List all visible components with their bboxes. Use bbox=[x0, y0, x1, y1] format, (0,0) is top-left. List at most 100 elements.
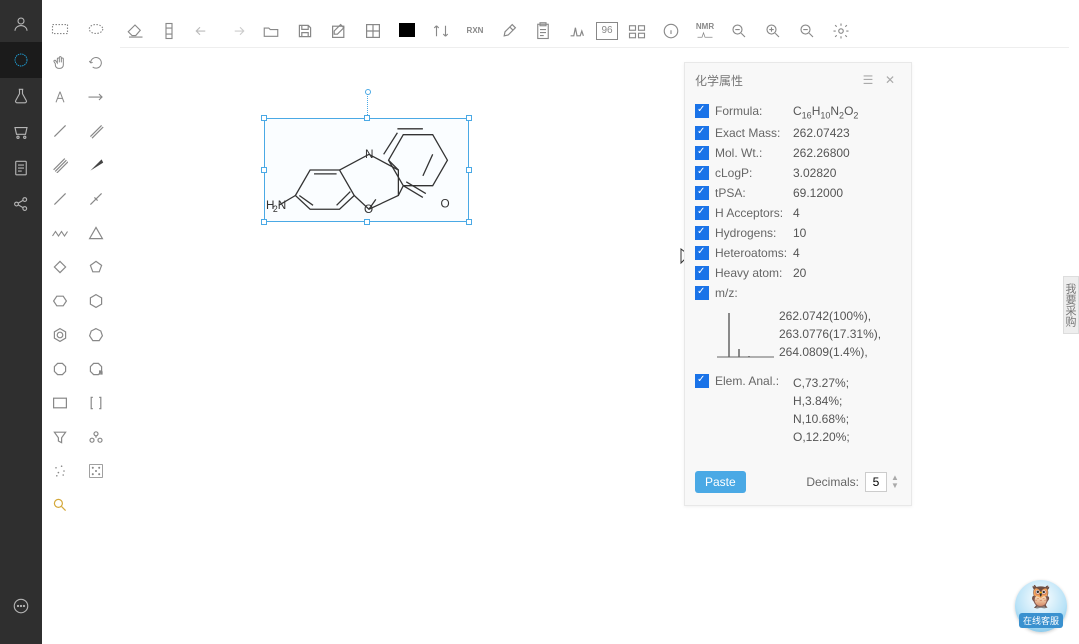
tool-cyclooctane[interactable] bbox=[44, 354, 76, 384]
tool-select-lasso[interactable] bbox=[80, 14, 112, 44]
prop-value: 4 bbox=[793, 206, 901, 220]
mz-graph bbox=[709, 307, 779, 363]
right-purchase-tab[interactable]: 我要采购 bbox=[1063, 276, 1079, 334]
prop-row-mol-wt: Mol. Wt.: 262.26800 bbox=[695, 143, 901, 163]
support-avatar[interactable]: 🦉 在线客服 bbox=[1015, 580, 1067, 632]
prop-value: 262.07423 bbox=[793, 126, 901, 140]
tool-cyclopentane[interactable] bbox=[80, 252, 112, 282]
tb-undo-icon[interactable] bbox=[188, 16, 218, 46]
nav-share-icon[interactable] bbox=[0, 186, 42, 222]
tb-clipboard-icon[interactable] bbox=[528, 16, 558, 46]
properties-footer: Paste Decimals: ▲▼ bbox=[685, 461, 911, 505]
tool-group[interactable] bbox=[80, 422, 112, 452]
prop-label: cLogP: bbox=[715, 166, 793, 180]
decimals-input[interactable] bbox=[865, 472, 887, 492]
mol-n-label: N bbox=[365, 148, 374, 161]
tool-bond-double[interactable] bbox=[80, 116, 112, 146]
decimals-label: Decimals: bbox=[806, 475, 859, 489]
tool-atom-label[interactable] bbox=[44, 82, 76, 112]
svg-text:N: N bbox=[278, 199, 287, 212]
prop-checkbox[interactable] bbox=[695, 226, 709, 240]
tool-bond-single[interactable] bbox=[44, 116, 76, 146]
prop-label: H Acceptors: bbox=[715, 206, 793, 220]
tb-number-icon[interactable]: 96 bbox=[596, 22, 618, 40]
tb-nmr-peak-icon[interactable] bbox=[562, 16, 592, 46]
rotate-handle[interactable] bbox=[365, 89, 371, 95]
prop-checkbox[interactable] bbox=[695, 186, 709, 200]
tb-barcode-icon[interactable] bbox=[622, 16, 652, 46]
canvas-area[interactable]: H 2 N N O O bbox=[120, 50, 1079, 644]
prop-value: 10 bbox=[793, 226, 901, 240]
tb-column-icon[interactable] bbox=[154, 16, 184, 46]
tool-dots-grid[interactable] bbox=[80, 456, 112, 486]
prop-row-heteroatoms: Heteroatoms: 4 bbox=[695, 243, 901, 263]
tb-edit-icon[interactable] bbox=[324, 16, 354, 46]
tool-benzene[interactable] bbox=[44, 320, 76, 350]
tb-brush-icon[interactable] bbox=[494, 16, 524, 46]
tool-box[interactable] bbox=[44, 388, 76, 418]
prop-label: Hydrogens: bbox=[715, 226, 793, 240]
tool-triangle[interactable] bbox=[80, 218, 112, 248]
tool-select-rect[interactable] bbox=[44, 14, 76, 44]
tool-highlight[interactable] bbox=[44, 490, 76, 520]
nav-structure-icon[interactable] bbox=[0, 42, 42, 78]
tool-dots-random[interactable] bbox=[44, 456, 76, 486]
tb-redo-icon[interactable] bbox=[222, 16, 252, 46]
tool-cycloheptane[interactable] bbox=[80, 320, 112, 350]
prop-checkbox[interactable] bbox=[695, 286, 709, 300]
molecule-selection-box[interactable]: H 2 N N O O bbox=[264, 118, 469, 222]
prop-value: 20 bbox=[793, 266, 901, 280]
properties-header[interactable]: 化学属性 ☰ ✕ bbox=[685, 63, 911, 97]
mol-o-label: O bbox=[364, 203, 373, 216]
prop-checkbox[interactable] bbox=[695, 266, 709, 280]
tb-rxn-icon[interactable]: RXN bbox=[460, 16, 490, 46]
tb-open-icon[interactable] bbox=[256, 16, 286, 46]
molecule-structure[interactable]: H 2 N N O O bbox=[265, 119, 468, 221]
prop-checkbox[interactable] bbox=[695, 374, 709, 388]
tool-bond-triple[interactable] bbox=[44, 150, 76, 180]
tool-hand[interactable] bbox=[44, 48, 76, 78]
tool-arrow[interactable] bbox=[80, 82, 112, 112]
tool-chain[interactable] bbox=[44, 218, 76, 248]
tb-erase-icon[interactable] bbox=[120, 16, 150, 46]
prop-checkbox[interactable] bbox=[695, 126, 709, 140]
tool-cyclohexane-alt[interactable] bbox=[80, 286, 112, 316]
tool-ring-e[interactable]: n bbox=[80, 354, 112, 384]
prop-row-elem-anal: Elem. Anal.: C,73.27%; H,3.84%; N,10.68%… bbox=[695, 371, 901, 449]
nav-user-icon[interactable] bbox=[0, 6, 42, 42]
tool-funnel[interactable] bbox=[44, 422, 76, 452]
prop-checkbox[interactable] bbox=[695, 146, 709, 160]
nav-flask-icon[interactable] bbox=[0, 78, 42, 114]
tool-rotate[interactable] bbox=[80, 48, 112, 78]
close-icon[interactable]: ✕ bbox=[879, 73, 901, 87]
tool-bracket[interactable] bbox=[80, 388, 112, 418]
prop-row-tpsa: tPSA: 69.12000 bbox=[695, 183, 901, 203]
tb-swap-icon[interactable] bbox=[426, 16, 456, 46]
tool-cyclobutane[interactable] bbox=[44, 252, 76, 282]
prop-checkbox[interactable] bbox=[695, 246, 709, 260]
support-tag: 在线客服 bbox=[1019, 613, 1063, 628]
decimals-spinner[interactable]: ▲▼ bbox=[889, 474, 901, 490]
paste-button[interactable]: Paste bbox=[695, 471, 746, 493]
nav-chat-icon[interactable] bbox=[0, 588, 42, 624]
tb-nmr-icon[interactable]: NMR bbox=[690, 16, 720, 46]
tool-wedge[interactable] bbox=[80, 150, 112, 180]
prop-checkbox[interactable] bbox=[695, 104, 709, 118]
tb-settings-icon[interactable] bbox=[826, 16, 856, 46]
prop-checkbox[interactable] bbox=[695, 206, 709, 220]
nav-doc-icon[interactable] bbox=[0, 150, 42, 186]
tool-erase-bond[interactable] bbox=[80, 184, 112, 214]
tool-bond-any[interactable] bbox=[44, 184, 76, 214]
menu-icon[interactable]: ☰ bbox=[857, 73, 879, 87]
tb-save-icon[interactable] bbox=[290, 16, 320, 46]
tb-info-icon[interactable] bbox=[656, 16, 686, 46]
tb-zoom-out-icon[interactable] bbox=[792, 16, 822, 46]
tb-grid-icon[interactable] bbox=[358, 16, 388, 46]
svg-text:n: n bbox=[99, 370, 102, 376]
prop-checkbox[interactable] bbox=[695, 166, 709, 180]
nav-cart-icon[interactable] bbox=[0, 114, 42, 150]
tb-color-icon[interactable] bbox=[392, 16, 422, 46]
tool-cyclohexane[interactable] bbox=[44, 286, 76, 316]
tb-zoom-in-icon[interactable] bbox=[758, 16, 788, 46]
tb-find-icon[interactable] bbox=[724, 16, 754, 46]
